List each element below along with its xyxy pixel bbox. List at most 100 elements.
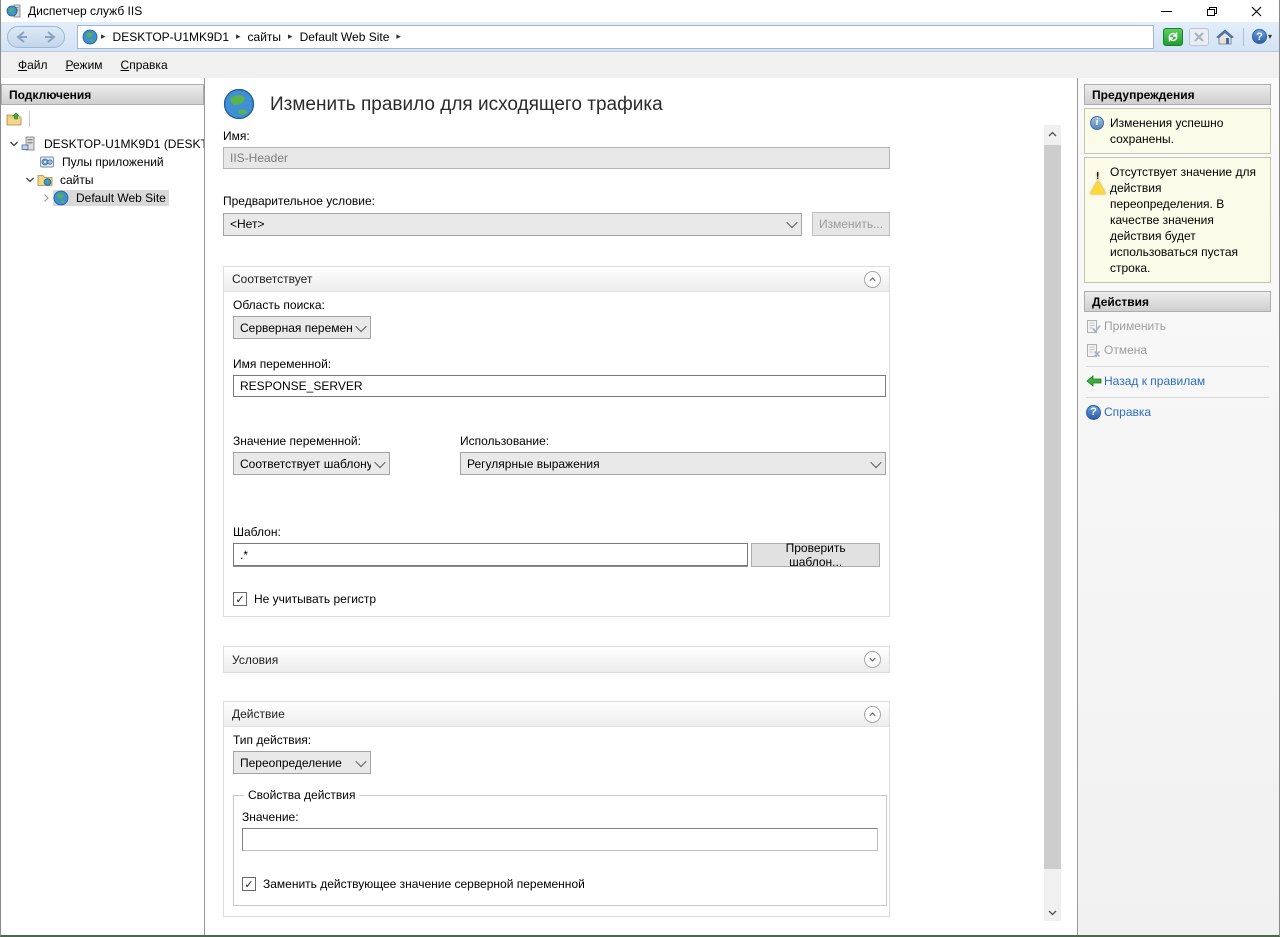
expand-section-button[interactable] (864, 651, 881, 668)
action-section-header[interactable]: Действие (224, 702, 889, 727)
action-type-label: Тип действия: (233, 733, 880, 747)
selected-tree-item: Default Web Site (53, 190, 169, 206)
variable-name-label: Имя переменной: (233, 357, 880, 371)
back-to-rules-action[interactable]: Назад к правилам (1084, 371, 1271, 391)
help-icon: ? (1252, 29, 1267, 44)
save-connections-icon[interactable] (6, 112, 23, 127)
breadcrumb: ▸ DESKTOP-U1MK9D1 ▸ сайты ▸ Default Web … (77, 25, 1154, 49)
tree-item-label: DESKTOP-U1MK9D1 (DESKTOP (41, 136, 204, 152)
replace-value-label: Заменить действующее значение серверной … (263, 877, 585, 891)
section-title: Действие (232, 707, 864, 721)
website-globe-icon (53, 190, 69, 206)
precondition-label: Предварительное условие: (223, 194, 913, 208)
help-action[interactable]: ? Справка (1084, 402, 1271, 422)
breadcrumb-item-server[interactable]: DESKTOP-U1MK9D1 (109, 30, 233, 44)
apply-icon (1086, 319, 1101, 334)
help-icon: ? (1086, 405, 1101, 420)
breadcrumb-item-sites[interactable]: сайты (244, 30, 286, 44)
chevron-down-icon (352, 324, 370, 332)
chevron-down-icon (867, 654, 878, 665)
operand-select[interactable]: Соответствует шаблону (233, 452, 390, 475)
breadcrumb-separator-icon: ▸ (285, 31, 296, 42)
refresh-button[interactable] (1162, 27, 1184, 47)
test-pattern-button[interactable]: Проверить шаблон... (751, 543, 880, 567)
chevron-expanded-icon[interactable] (7, 137, 21, 151)
minimize-icon (1161, 11, 1172, 12)
connections-header: Подключения (1, 84, 204, 105)
chevron-down-icon (783, 220, 801, 228)
section-title: Соответствует (232, 272, 864, 286)
back-arrow-icon (1086, 375, 1102, 387)
using-select[interactable]: Регулярные выражения (460, 452, 886, 475)
scope-label: Область поиска: (233, 298, 880, 312)
ignore-case-label: Не учитывать регистр (254, 592, 376, 606)
cancel-action: Отмена (1084, 340, 1271, 360)
site-globe-icon (82, 29, 98, 45)
chevron-expanded-icon[interactable] (23, 173, 37, 187)
restore-button[interactable] (1189, 0, 1234, 22)
action-section: Действие Тип действия: Переопределение С… (223, 701, 890, 917)
sites-folder-icon (37, 172, 53, 188)
variable-name-input[interactable] (233, 375, 886, 397)
breadcrumb-separator-icon: ▸ (98, 31, 109, 42)
close-button[interactable] (1234, 0, 1279, 22)
toolbar-separator (1243, 28, 1244, 46)
collapse-section-button[interactable] (864, 271, 881, 288)
chevron-up-icon (867, 709, 878, 720)
stop-button[interactable] (1188, 27, 1210, 47)
tree-item-server[interactable]: DESKTOP-U1MK9D1 (DESKTOP (1, 135, 204, 153)
breadcrumb-item-default-web-site[interactable]: Default Web Site (296, 30, 394, 44)
chevron-up-icon (867, 274, 878, 285)
breadcrumb-separator-icon: ▸ (393, 31, 404, 42)
tree-item-sites[interactable]: сайты (1, 171, 204, 189)
minimize-button[interactable] (1144, 0, 1189, 22)
help-button[interactable]: ? ▾ (1251, 27, 1273, 47)
info-alert: i Изменения успешно сохранены. (1084, 108, 1271, 154)
vertical-scrollbar[interactable] (1044, 125, 1061, 921)
replace-value-checkbox[interactable]: ✓ (242, 877, 256, 891)
actions-separator (1086, 397, 1269, 398)
chevron-down-icon (867, 460, 885, 468)
feature-page: Изменить правило для исходящего трафика … (205, 78, 1077, 935)
refresh-icon (1163, 28, 1183, 46)
menu-file[interactable]: Файл (9, 54, 57, 76)
match-section-header[interactable]: Соответствует (224, 267, 889, 292)
tree-item-label: сайты (57, 172, 97, 188)
ignore-case-checkbox[interactable]: ✓ (233, 592, 247, 606)
chevron-down-icon (352, 759, 370, 767)
tree-item-default-web-site[interactable]: Default Web Site (1, 189, 204, 207)
value-input[interactable] (242, 828, 878, 851)
home-button[interactable] (1214, 27, 1236, 47)
info-icon: i (1090, 116, 1104, 130)
tree-item-app-pools[interactable]: Пулы приложений (1, 153, 204, 171)
address-bar: ▸ DESKTOP-U1MK9D1 ▸ сайты ▸ Default Web … (1, 22, 1279, 52)
breadcrumb-separator-icon: ▸ (233, 31, 244, 42)
precondition-value: <Нет> (230, 217, 783, 231)
using-label: Использование: (460, 434, 886, 448)
collapse-section-button[interactable] (864, 706, 881, 723)
conditions-section-header[interactable]: Условия (224, 647, 889, 672)
tree-item-label: Default Web Site (73, 190, 169, 206)
chevron-down-icon (371, 460, 389, 468)
app-icon (6, 3, 22, 19)
pattern-input[interactable] (233, 543, 748, 566)
menu-help[interactable]: Справка (112, 54, 177, 76)
back-button[interactable] (14, 31, 30, 43)
scope-select[interactable]: Серверная переменн (233, 316, 371, 339)
scrollbar-thumb[interactable] (1044, 145, 1061, 869)
scroll-up-button[interactable] (1044, 125, 1061, 142)
chevron-down-icon (1048, 910, 1057, 916)
action-properties-legend: Свойства действия (244, 788, 359, 802)
pattern-label: Шаблон: (233, 525, 880, 539)
menu-view[interactable]: Режим (57, 54, 112, 76)
application-pools-icon (39, 154, 55, 170)
connections-toolbar (1, 107, 204, 131)
back-to-rules-label[interactable]: Назад к правилам (1104, 374, 1205, 388)
precondition-select[interactable]: <Нет> (223, 213, 802, 236)
scroll-down-button[interactable] (1044, 904, 1061, 921)
help-label[interactable]: Справка (1104, 405, 1151, 419)
chevron-collapsed-icon[interactable] (39, 191, 53, 205)
action-type-select[interactable]: Переопределение (233, 751, 371, 774)
forward-button[interactable] (42, 31, 58, 43)
connections-tree: DESKTOP-U1MK9D1 (DESKTOP Пулы приложений (1, 135, 204, 207)
